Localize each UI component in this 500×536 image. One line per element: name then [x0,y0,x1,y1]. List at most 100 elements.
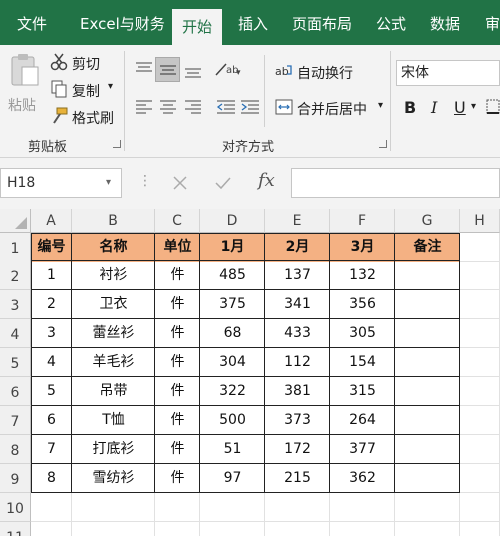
table-header-cell[interactable]: 单位 [155,233,200,262]
table-cell[interactable]: 5 [31,377,72,406]
cancel-icon[interactable] [172,175,188,191]
table-header-cell[interactable]: 编号 [31,233,72,262]
increase-indent-icon[interactable] [240,99,260,115]
table-cell[interactable]: 羊毛衫 [72,348,155,377]
table-cell[interactable]: 吊带 [72,377,155,406]
table-cell[interactable] [395,348,460,377]
row-header-1[interactable]: 1 [0,233,31,262]
table-cell[interactable]: 112 [265,348,330,377]
table-cell[interactable]: 件 [155,319,200,348]
table-cell[interactable]: 304 [200,348,265,377]
tab-review[interactable]: 审 [485,0,500,45]
align-center-icon[interactable] [159,99,177,115]
column-header-f[interactable]: F [330,209,395,233]
table-cell[interactable]: 件 [155,290,200,319]
table-cell[interactable]: 7 [31,435,72,464]
select-all-corner[interactable] [0,209,31,233]
tab-home[interactable]: 开始 [172,9,223,45]
row-header-11[interactable]: 11 [0,522,31,536]
cut-button[interactable]: 剪切 [72,54,100,74]
table-header-cell[interactable]: 2月 [265,233,330,262]
table-cell[interactable]: 485 [200,261,265,290]
table-cell[interactable]: 381 [265,377,330,406]
copy-dropdown-icon[interactable]: ▾ [108,81,113,92]
table-header-cell[interactable]: 1月 [200,233,265,262]
table-cell[interactable]: 4 [31,348,72,377]
border-icon[interactable] [486,99,500,115]
underline-dropdown-icon[interactable]: ▾ [471,101,476,112]
table-header-cell[interactable]: 名称 [72,233,155,262]
table-cell[interactable]: 蕾丝衫 [72,319,155,348]
align-middle-button[interactable] [155,57,180,82]
formula-input[interactable] [291,168,500,198]
merge-center-dropdown-icon[interactable]: ▾ [378,100,383,111]
tab-page-layout[interactable]: 页面布局 [292,0,352,45]
table-cell[interactable] [395,377,460,406]
row-header-2[interactable]: 2 [0,261,31,290]
tab-data[interactable]: 数据 [430,0,460,45]
row-header-10[interactable]: 10 [0,493,31,522]
tab-formulas[interactable]: 公式 [376,0,406,45]
table-cell[interactable]: 137 [265,261,330,290]
column-header-e[interactable]: E [265,209,330,233]
table-cell[interactable]: 215 [265,464,330,493]
align-bottom-icon[interactable] [184,63,202,79]
font-name-select[interactable]: 宋体 [396,60,500,86]
row-header-4[interactable]: 4 [0,319,31,348]
merge-center-button[interactable]: 合并后居中 [297,99,367,119]
clipboard-dialog-launcher[interactable] [113,140,121,148]
table-cell[interactable]: 172 [265,435,330,464]
table-cell[interactable]: 433 [265,319,330,348]
tab-insert[interactable]: 插入 [238,0,268,45]
table-header-cell[interactable]: 3月 [330,233,395,262]
decrease-indent-icon[interactable] [216,99,236,115]
insert-function-button[interactable]: fx [258,170,275,191]
table-cell[interactable] [395,435,460,464]
table-cell[interactable]: 打底衫 [72,435,155,464]
table-cell[interactable]: 68 [200,319,265,348]
alignment-dialog-launcher[interactable] [379,140,387,148]
italic-button[interactable]: I [431,98,437,117]
table-cell[interactable]: 件 [155,406,200,435]
table-cell[interactable]: 1 [31,261,72,290]
table-cell[interactable]: 356 [330,290,395,319]
table-cell[interactable]: 305 [330,319,395,348]
table-cell[interactable]: 362 [330,464,395,493]
table-cell[interactable]: 2 [31,290,72,319]
table-cell[interactable]: 件 [155,377,200,406]
tab-file[interactable]: 文件 [17,0,47,45]
orientation-icon[interactable]: ab▾ [214,61,242,77]
table-cell[interactable]: 件 [155,261,200,290]
table-cell[interactable] [395,261,460,290]
column-header-g[interactable]: G [395,209,460,233]
paste-button[interactable]: 粘贴 [4,53,44,123]
column-header-c[interactable]: C [155,209,200,233]
copy-button[interactable]: 复制 [72,81,100,101]
row-header-5[interactable]: 5 [0,348,31,377]
column-header-d[interactable]: D [200,209,265,233]
column-header-h[interactable]: H [460,209,500,233]
table-cell[interactable]: 264 [330,406,395,435]
underline-button[interactable]: U [454,98,466,117]
wrap-text-button[interactable]: 自动换行 [297,63,353,83]
table-cell[interactable]: 6 [31,406,72,435]
table-cell[interactable]: 97 [200,464,265,493]
align-left-icon[interactable] [135,99,153,115]
table-cell[interactable]: 件 [155,464,200,493]
table-header-cell[interactable]: 备注 [395,233,460,262]
row-header-6[interactable]: 6 [0,377,31,406]
table-cell[interactable] [395,406,460,435]
row-header-7[interactable]: 7 [0,406,31,435]
table-cell[interactable]: T恤 [72,406,155,435]
table-cell[interactable]: 8 [31,464,72,493]
table-cell[interactable] [395,319,460,348]
table-cell[interactable]: 315 [330,377,395,406]
table-cell[interactable]: 373 [265,406,330,435]
row-header-8[interactable]: 8 [0,435,31,464]
align-top-icon[interactable] [135,61,153,77]
bold-button[interactable]: B [404,98,416,117]
column-header-b[interactable]: B [72,209,155,233]
table-cell[interactable]: 件 [155,348,200,377]
tab-excel-finance[interactable]: Excel与财务 [80,0,165,45]
table-cell[interactable]: 322 [200,377,265,406]
